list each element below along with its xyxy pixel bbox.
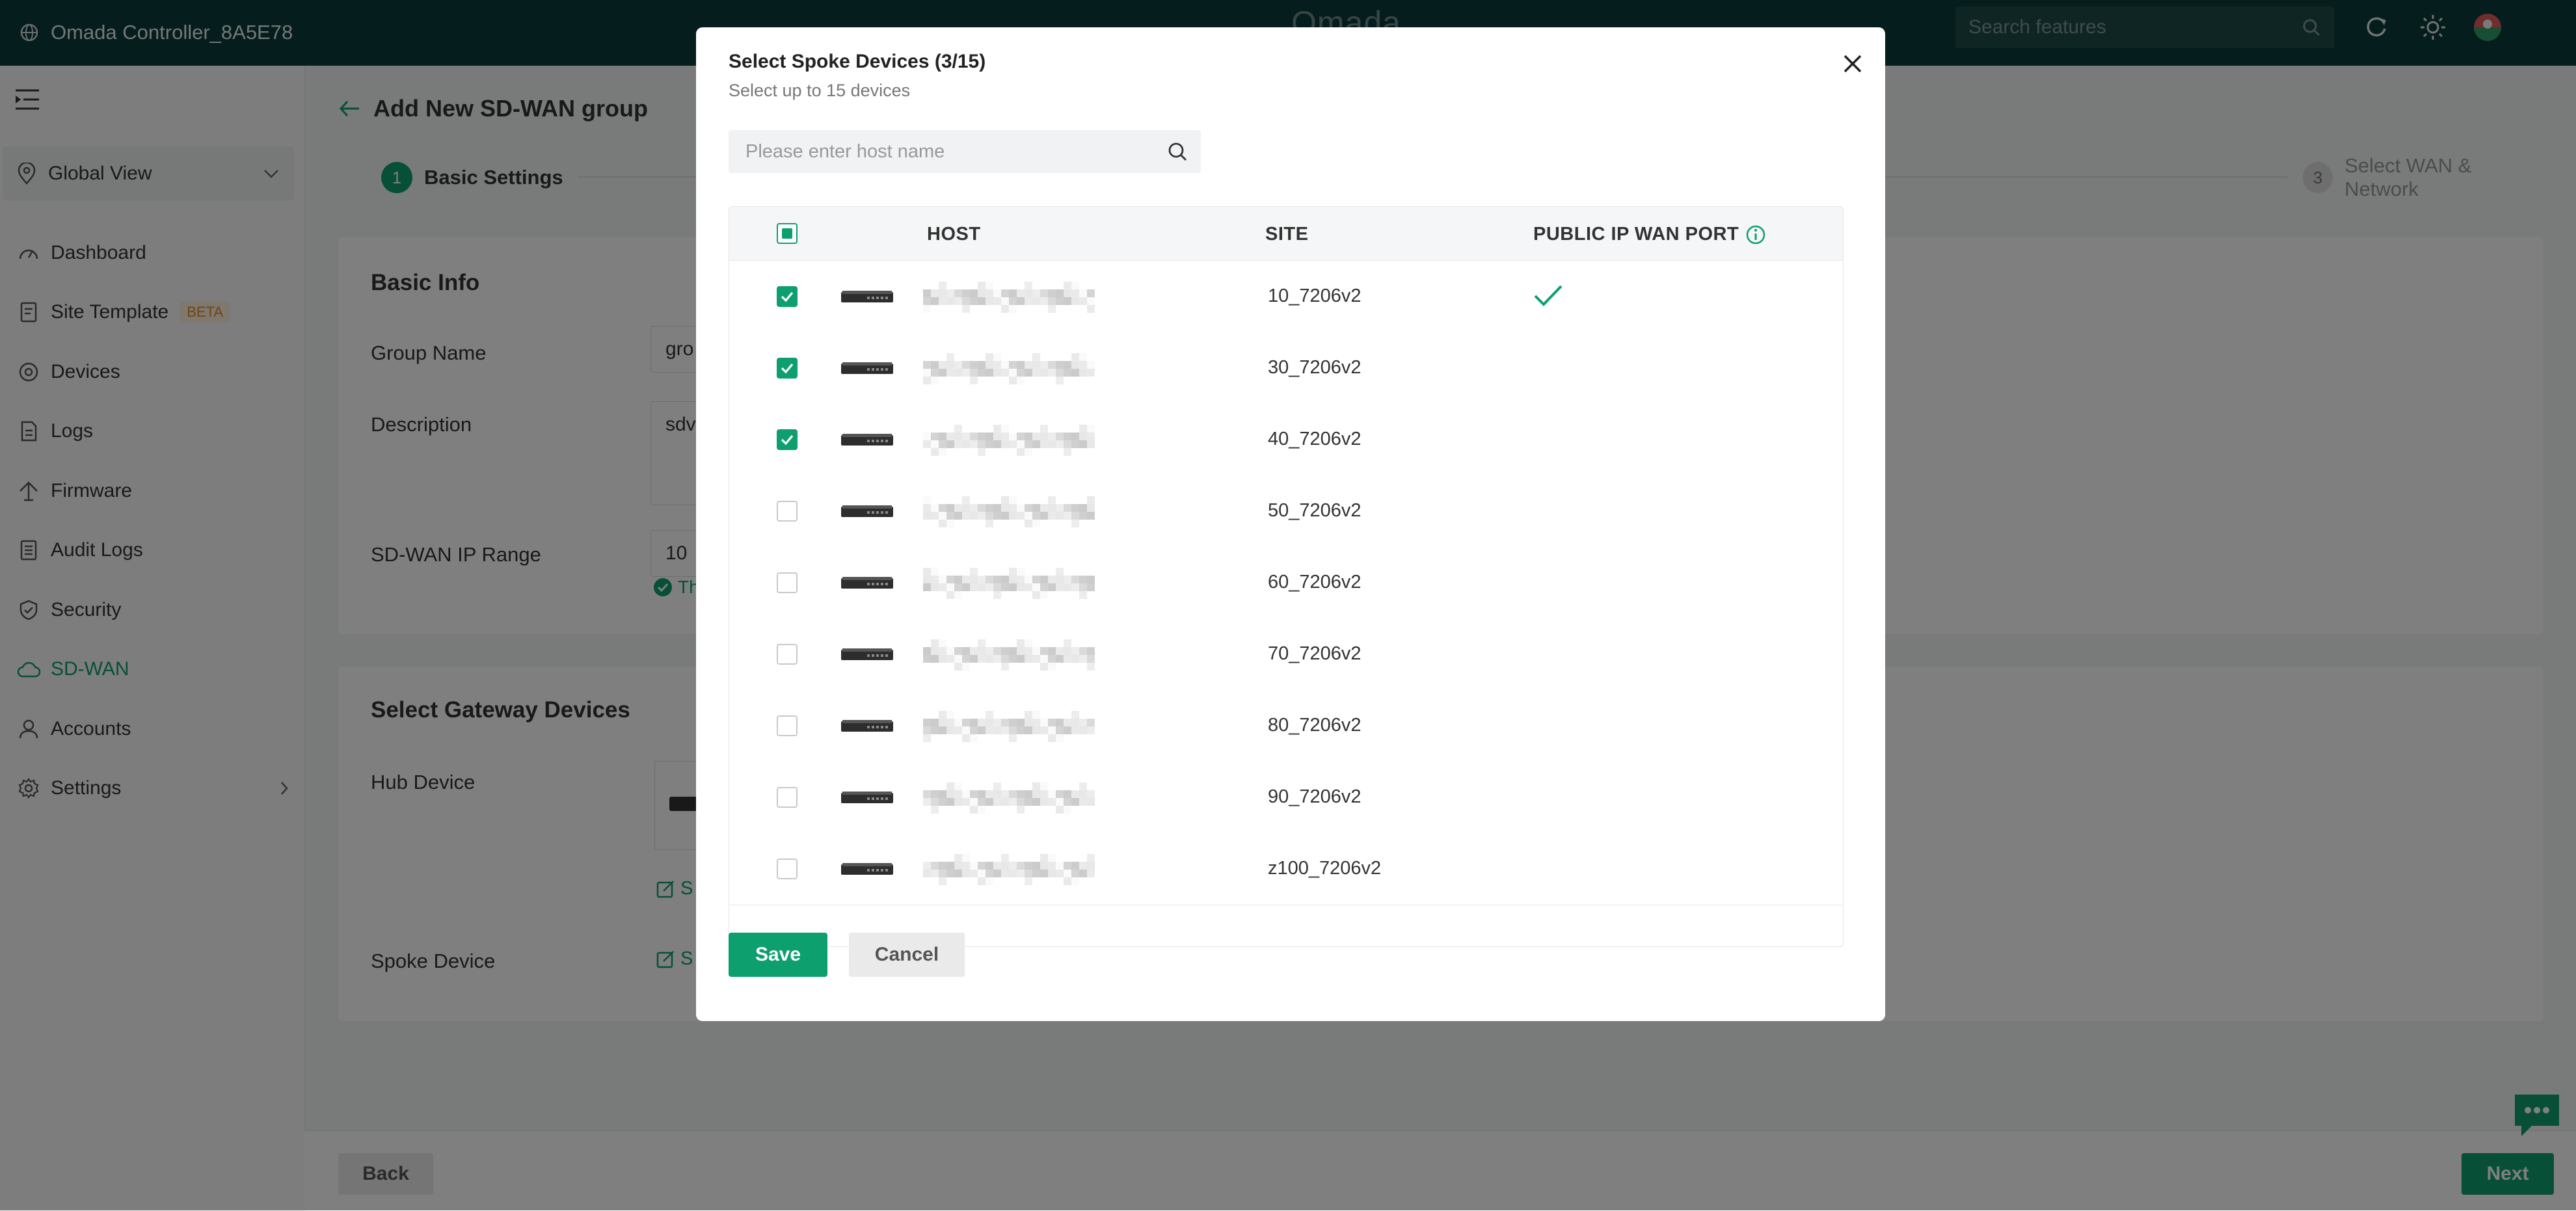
site-cell: 70_7206v2 [1268, 643, 1362, 664]
cancel-button[interactable]: Cancel [849, 933, 965, 977]
checkmark-icon [781, 363, 794, 374]
gateway-device-icon [841, 647, 893, 661]
host-name-redacted [923, 495, 1095, 527]
host-name-redacted [923, 710, 1095, 742]
row-checkbox[interactable] [777, 429, 798, 450]
host-search [729, 130, 1201, 173]
checkmark-icon [781, 291, 794, 302]
column-public-ip-label: PUBLIC IP WAN PORT [1533, 224, 1739, 245]
site-cell: z100_7206v2 [1268, 858, 1382, 879]
site-cell: 40_7206v2 [1268, 429, 1362, 449]
column-host: HOST [927, 224, 981, 245]
dialog-title: Select Spoke Devices (3/15) [729, 51, 986, 72]
table-row[interactable]: 10_7206v2 [729, 261, 1843, 333]
table-row[interactable]: 80_7206v2 [729, 690, 1843, 762]
row-checkbox[interactable] [777, 358, 798, 379]
table-row[interactable]: 40_7206v2 [729, 404, 1843, 476]
search-icon[interactable] [1167, 141, 1188, 162]
dialog-subtitle: Select up to 15 devices [729, 81, 911, 100]
save-button[interactable]: Save [729, 933, 827, 977]
select-all-checkbox[interactable] [777, 223, 798, 244]
host-search-input[interactable] [744, 140, 1137, 163]
public-ip-check-icon [1533, 283, 1563, 309]
host-name-redacted [923, 781, 1095, 814]
row-checkbox[interactable] [777, 715, 798, 736]
gateway-device-icon [841, 862, 893, 876]
row-checkbox[interactable] [777, 286, 798, 307]
row-checkbox[interactable] [777, 787, 798, 808]
host-name-redacted [923, 280, 1095, 313]
site-cell: 90_7206v2 [1268, 786, 1362, 807]
gateway-device-icon [841, 504, 893, 518]
table-row[interactable]: 60_7206v2 [729, 547, 1843, 619]
site-cell: 50_7206v2 [1268, 500, 1362, 521]
info-icon[interactable] [1745, 224, 1766, 245]
table-row[interactable]: 70_7206v2 [729, 619, 1843, 691]
indeterminate-mark [782, 228, 792, 239]
column-site: SITE [1265, 224, 1309, 245]
table-row[interactable]: 30_7206v2 [729, 332, 1843, 405]
row-checkbox[interactable] [777, 501, 798, 522]
table-row[interactable]: 90_7206v2 [729, 762, 1843, 834]
gateway-device-icon [841, 790, 893, 805]
site-cell: 10_7206v2 [1268, 286, 1362, 306]
gateway-device-icon [841, 576, 893, 590]
row-checkbox[interactable] [777, 572, 798, 593]
gateway-device-icon [841, 719, 893, 733]
close-icon[interactable] [1836, 47, 1870, 81]
checkmark-icon [781, 434, 794, 446]
gateway-device-icon [841, 432, 893, 447]
site-cell: 80_7206v2 [1268, 715, 1362, 736]
host-name-redacted [923, 352, 1095, 384]
table-header: HOST SITE PUBLIC IP WAN PORT [729, 207, 1843, 261]
select-spoke-devices-dialog: Select Spoke Devices (3/15) Select up to… [696, 27, 1885, 1021]
spoke-device-table: HOST SITE PUBLIC IP WAN PORT 10_7206v2 30… [729, 206, 1844, 947]
site-cell: 60_7206v2 [1268, 572, 1362, 592]
row-checkbox[interactable] [777, 858, 798, 879]
gateway-device-icon [841, 289, 893, 304]
site-cell: 30_7206v2 [1268, 357, 1362, 378]
host-name-redacted [923, 638, 1095, 671]
column-public-ip: PUBLIC IP WAN PORT [1533, 224, 1766, 245]
host-name-redacted [923, 423, 1095, 456]
row-checkbox[interactable] [777, 644, 798, 665]
table-row[interactable]: z100_7206v2 [729, 833, 1843, 905]
host-name-redacted [923, 566, 1095, 599]
gateway-device-icon [841, 361, 893, 375]
host-name-redacted [923, 853, 1095, 885]
table-row[interactable]: 50_7206v2 [729, 475, 1843, 548]
